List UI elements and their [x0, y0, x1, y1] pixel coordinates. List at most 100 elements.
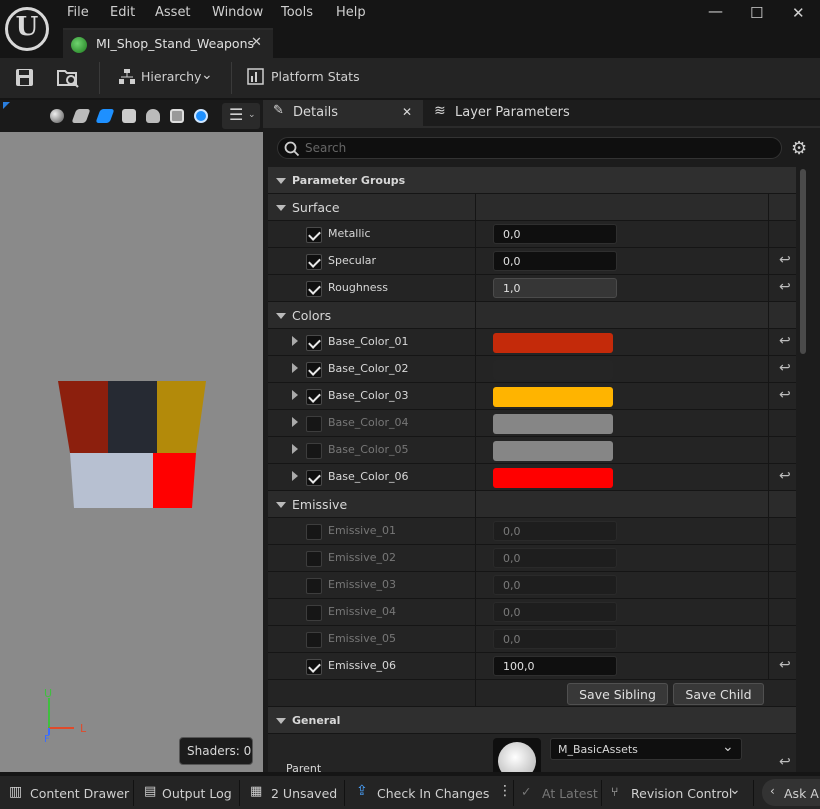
maximize-icon[interactable]: ☐	[750, 4, 763, 22]
minimize-icon[interactable]: —	[708, 2, 723, 20]
unreal-logo-icon[interactable]: U	[5, 7, 49, 51]
close-tab-icon[interactable]: ✕	[402, 105, 412, 119]
emissive_01-value-input[interactable]: 0,0	[493, 521, 617, 541]
reset-to-default-icon[interactable]: ↩	[779, 657, 791, 673]
base_color_02-color-swatch[interactable]	[493, 360, 613, 380]
preview-viewport[interactable]: ☰ ⌄ U L F Shaders: 0	[0, 100, 263, 772]
tab-details[interactable]: ✎ Details ✕	[263, 100, 423, 126]
expand-arrow-icon[interactable]	[292, 417, 298, 427]
collapse-arrow-icon[interactable]	[276, 502, 286, 508]
expand-arrow-icon[interactable]	[292, 336, 298, 346]
base_color_06-color-swatch[interactable]	[493, 468, 613, 488]
scrollbar-thumb[interactable]	[800, 169, 806, 354]
content-drawer-button[interactable]: Content Drawer	[30, 786, 129, 801]
emissive_03-value-input[interactable]: 0,0	[493, 575, 617, 595]
menu-help[interactable]: Help	[336, 5, 366, 20]
reset-to-default-icon[interactable]: ↩	[779, 468, 791, 484]
platform-stats-button[interactable]: Platform Stats	[271, 69, 360, 84]
ask-ai-button[interactable]: ‹ Ask AI	[762, 779, 820, 806]
base_color_01-color-swatch[interactable]	[493, 333, 613, 353]
reset-to-default-icon[interactable]: ↩	[779, 754, 791, 770]
realtime-toggle-icon[interactable]	[194, 109, 208, 123]
reset-to-default-icon[interactable]: ↩	[779, 360, 791, 376]
collapse-arrow-icon[interactable]	[276, 178, 286, 184]
check-in-changes-button[interactable]: Check In Changes	[377, 786, 489, 801]
menu-tools[interactable]: Tools	[281, 5, 313, 20]
emissive_02-value-input[interactable]: 0,0	[493, 548, 617, 568]
metallic-checkbox[interactable]	[306, 227, 322, 243]
specular-checkbox[interactable]	[306, 254, 322, 270]
parent-thumbnail[interactable]	[493, 738, 541, 772]
roughness-checkbox[interactable]	[306, 281, 322, 297]
emissive_03-checkbox[interactable]	[306, 578, 322, 594]
menu-edit[interactable]: Edit	[110, 5, 135, 20]
document-tab[interactable]: MI_Shop_Stand_Weapons ✕	[63, 28, 273, 58]
unsaved-button[interactable]: 2 Unsaved	[271, 786, 337, 801]
collapse-arrow-icon[interactable]	[276, 205, 286, 211]
output-log-button[interactable]: Output Log	[162, 786, 232, 801]
base_color_01-checkbox[interactable]	[306, 335, 322, 351]
revision-control-button[interactable]: Revision Control	[631, 786, 732, 801]
save-sibling-button[interactable]: Save Sibling	[567, 683, 668, 705]
chevron-down-icon[interactable]: ⌄	[201, 67, 213, 83]
viewport-options-button[interactable]: ☰ ⌄	[222, 103, 260, 129]
expand-arrow-icon[interactable]	[292, 363, 298, 373]
base_color_04-color-swatch[interactable]	[493, 414, 613, 434]
menu-file[interactable]: File	[67, 5, 89, 20]
plane-preview-icon[interactable]	[95, 109, 115, 123]
reset-to-default-icon[interactable]: ↩	[779, 252, 791, 268]
emissive_06-value-input[interactable]: 100,0	[493, 656, 617, 676]
cylinder-preview-icon[interactable]	[71, 109, 91, 123]
reset-to-default-icon[interactable]: ↩	[779, 279, 791, 295]
chevron-down-icon[interactable]: ⌄	[729, 782, 741, 798]
search-input[interactable]: Search	[277, 137, 782, 159]
menu-window[interactable]: Window	[212, 5, 263, 20]
parent-asset-dropdown[interactable]: M_BasicAssets ⌄	[550, 738, 742, 760]
details-scrollbar[interactable]	[800, 167, 806, 772]
specular-value-input[interactable]: 0,0	[493, 251, 617, 271]
emissive_05-checkbox[interactable]	[306, 632, 322, 648]
base_color_03-checkbox[interactable]	[306, 389, 322, 405]
more-options-icon[interactable]: ⋮	[498, 783, 512, 799]
expand-arrow-icon[interactable]	[292, 390, 298, 400]
emissive_04-value-input[interactable]: 0,0	[493, 602, 617, 622]
cube-preview-icon[interactable]	[122, 109, 136, 123]
sphere-preview-icon[interactable]	[50, 109, 64, 123]
base_color_05-color-swatch[interactable]	[493, 441, 613, 461]
save-child-button[interactable]: Save Child	[673, 683, 764, 705]
reset-to-default-icon[interactable]: ↩	[779, 387, 791, 403]
general-header[interactable]: General	[268, 707, 796, 734]
emissive_06-checkbox[interactable]	[306, 659, 322, 675]
teapot-preview-icon[interactable]	[146, 109, 160, 123]
emissive_01-checkbox[interactable]	[306, 524, 322, 540]
parameter-groups-header[interactable]: Parameter Groups	[268, 167, 796, 194]
close-tab-icon[interactable]: ✕	[251, 35, 262, 50]
emissive-category[interactable]: Emissive	[268, 491, 796, 518]
reset-to-default-icon[interactable]: ↩	[779, 333, 791, 349]
colors-category[interactable]: Colors	[268, 302, 796, 329]
menu-asset[interactable]: Asset	[155, 5, 191, 20]
browse-asset-icon[interactable]	[57, 67, 81, 89]
save-icon[interactable]	[15, 68, 35, 88]
emissive_05-value-input[interactable]: 0,0	[493, 629, 617, 649]
expand-arrow-icon[interactable]	[292, 444, 298, 454]
base_color_03-color-swatch[interactable]	[493, 387, 613, 407]
emissive_02-checkbox[interactable]	[306, 551, 322, 567]
close-window-icon[interactable]: ✕	[792, 4, 805, 22]
mesh-preview-icon[interactable]	[170, 109, 184, 123]
surface-category[interactable]: Surface	[268, 194, 796, 221]
settings-gear-icon[interactable]: ⚙	[791, 138, 807, 159]
tab-layer-parameters[interactable]: ≋ Layer Parameters	[426, 100, 606, 126]
base_color_06-checkbox[interactable]	[306, 470, 322, 486]
expand-arrow-icon[interactable]	[292, 471, 298, 481]
emissive_04-checkbox[interactable]	[306, 605, 322, 621]
roughness-value-input[interactable]: 1,0	[493, 278, 617, 298]
base_color_04-checkbox[interactable]	[306, 416, 322, 432]
collapse-arrow-icon[interactable]	[276, 313, 286, 319]
hierarchy-button[interactable]: Hierarchy	[141, 69, 201, 84]
metallic-value-input[interactable]: 0,0	[493, 224, 617, 244]
axis-gizmo: U L F	[44, 688, 87, 742]
collapse-arrow-icon[interactable]	[276, 718, 286, 724]
base_color_05-checkbox[interactable]	[306, 443, 322, 459]
base_color_02-checkbox[interactable]	[306, 362, 322, 378]
